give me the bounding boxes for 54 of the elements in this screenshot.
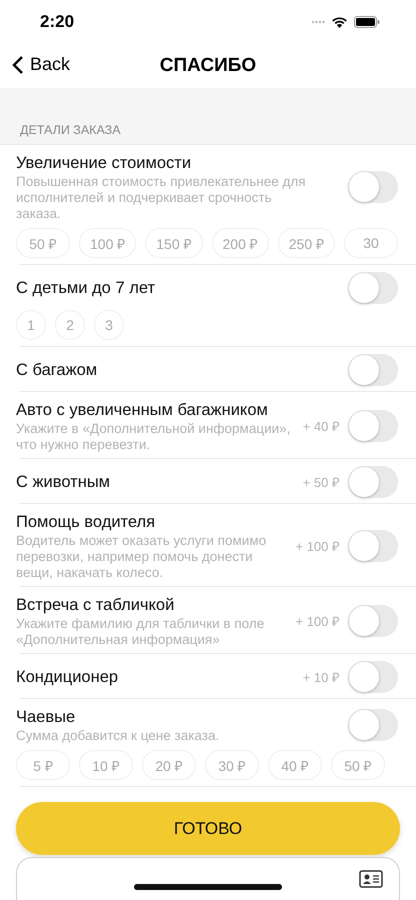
- status-time: 2:20: [40, 12, 74, 32]
- toggle-switch[interactable]: [348, 466, 398, 498]
- option-price: + 50 ₽: [302, 474, 340, 491]
- option-title: С животным: [16, 472, 112, 493]
- amount-chip[interactable]: 5 ₽: [16, 750, 70, 780]
- option-description: Повышенная стоимость привлекательнее для исполнителей и подчеркивает срочность заказа.: [16, 174, 307, 222]
- amount-chip[interactable]: 3: [94, 310, 124, 340]
- amount-chip[interactable]: 1: [16, 310, 46, 340]
- chevron-icon: [12, 54, 24, 74]
- option-price: + 100 ₽: [295, 613, 340, 630]
- signal-icon: [311, 20, 325, 24]
- amount-chip[interactable]: 200 ₽: [212, 228, 269, 258]
- option-description: Сумма добавится к цене заказа.: [16, 728, 220, 744]
- amount-chip[interactable]: 20 ₽: [142, 750, 196, 780]
- option-description: Водитель может оказать услуги помимо перевозки, например помочь донести вещи, накачать колесо.: [16, 533, 268, 581]
- option-title: Чаевые: [16, 707, 76, 728]
- amount-chip[interactable]: 40 ₽: [268, 750, 322, 780]
- option-title: Авто с увеличенным багажником: [16, 400, 269, 421]
- screen-title: СПАСИБО: [160, 55, 256, 77]
- amount-chip[interactable]: 50 ₽: [16, 228, 70, 258]
- option-description: Укажите в «Дополнительной информации», что нужно перевезти.: [16, 421, 292, 453]
- battery-icon: [354, 16, 380, 28]
- toggle-switch[interactable]: [348, 272, 398, 304]
- amount-chip[interactable]: 250 ₽: [278, 228, 335, 258]
- amount-chip[interactable]: 10 ₽: [79, 750, 133, 780]
- contact-card-icon: [359, 870, 383, 888]
- option-title: С детьми до 7 лет: [16, 278, 156, 299]
- wifi-icon: [331, 16, 348, 28]
- option-price: + 10 ₽: [302, 669, 340, 686]
- toggle-switch[interactable]: [348, 605, 398, 637]
- section-header: ДЕТАЛИ ЗАКАЗА: [20, 123, 121, 137]
- amount-chip[interactable]: 2: [55, 310, 85, 340]
- input-field[interactable]: [16, 857, 400, 900]
- toggle-switch[interactable]: [348, 709, 398, 741]
- option-title: Увеличение стоимости: [16, 153, 192, 174]
- amount-chip[interactable]: 150 ₽: [145, 228, 202, 258]
- option-title: С багажом: [16, 360, 98, 381]
- back-button[interactable]: Back: [12, 54, 70, 75]
- toggle-switch[interactable]: [348, 530, 398, 562]
- option-title: Кондиционер: [16, 667, 120, 688]
- option-price: + 40 ₽: [302, 418, 340, 435]
- amount-chip[interactable]: 50 ₽: [331, 750, 385, 780]
- option-description: Укажите фамилию для таблички в поле «Дополнительная информация»: [16, 616, 266, 648]
- toggle-switch[interactable]: [348, 171, 398, 203]
- option-price: + 100 ₽: [295, 538, 340, 555]
- toggle-switch[interactable]: [348, 661, 398, 693]
- amount-chip[interactable]: 100 ₽: [79, 228, 136, 258]
- amount-chip[interactable]: 30 ₽: [205, 750, 259, 780]
- toggle-switch[interactable]: [348, 354, 398, 386]
- amount-chip[interactable]: 30: [344, 228, 398, 258]
- toggle-switch[interactable]: [348, 410, 398, 442]
- option-title: Помощь водителя: [16, 512, 156, 533]
- option-title: Встреча с табличкой: [16, 595, 176, 616]
- done-button[interactable]: ГОТОВО: [16, 802, 400, 855]
